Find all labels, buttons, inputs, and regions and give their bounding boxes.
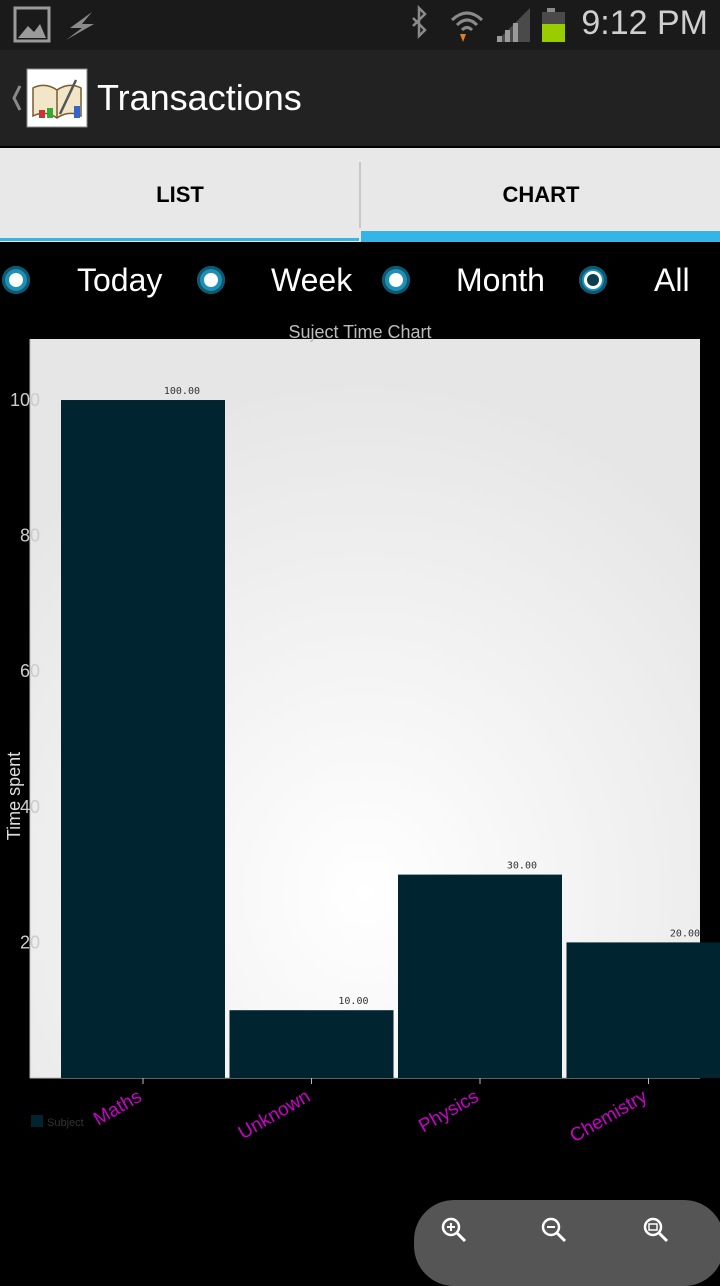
legend-label: Subject (47, 1117, 84, 1129)
tab-chart[interactable]: CHART (361, 148, 720, 242)
bar-value-label: 30.00 (507, 861, 537, 872)
y-tick-label: 100 (10, 390, 40, 410)
legend-swatch (31, 1115, 43, 1127)
radio-week[interactable] (197, 266, 225, 294)
radio-today[interactable] (2, 266, 30, 294)
battery-icon (542, 8, 565, 42)
x-tick-label: Chemistry (566, 1086, 651, 1147)
x-tick-label: Unknown (235, 1086, 314, 1144)
chart-title: Suject Time Chart (288, 322, 431, 342)
radio-label-week: Week (271, 262, 352, 299)
back-chevron-icon (14, 86, 20, 110)
zoom-out-icon[interactable] (538, 1214, 570, 1246)
y-tick-label: 80 (20, 526, 40, 546)
bluetooth-icon (413, 8, 425, 36)
zoom-controls (414, 1200, 720, 1286)
bar-value-label: 20.00 (670, 928, 700, 939)
page-title: Transactions (97, 77, 302, 119)
tab-bar: LIST CHART (0, 148, 720, 242)
y-tick-label: 60 (20, 661, 40, 681)
tab-chart-indicator (361, 231, 720, 242)
flash-notification-icon (66, 12, 94, 40)
bar-chemistry (567, 942, 720, 1078)
radio-month[interactable] (382, 266, 410, 294)
chart-legend: Subject (31, 1115, 84, 1129)
status-bar: 9:12 PM (0, 0, 720, 50)
y-tick-label: 20 (20, 932, 40, 952)
app-logo-icon (27, 69, 87, 127)
y-tick-label: 40 (20, 797, 40, 817)
gallery-notification-icon (15, 8, 49, 41)
x-tick-label: Physics (415, 1086, 482, 1137)
action-bar: Transactions (0, 50, 720, 146)
bar-value-label: 10.00 (338, 996, 368, 1007)
tab-list[interactable]: LIST (0, 148, 360, 242)
radio-label-month: Month (456, 262, 545, 299)
radio-label-all: All (654, 262, 690, 299)
wifi-icon (452, 13, 482, 42)
bar-maths (61, 400, 225, 1078)
zoom-reset-icon[interactable] (640, 1214, 672, 1246)
bar-unknown (230, 1010, 394, 1078)
x-tick-label: Maths (90, 1086, 145, 1130)
signal-icon (496, 8, 530, 42)
status-time: 9:12 PM (581, 4, 708, 43)
radio-all[interactable] (579, 266, 607, 294)
zoom-in-icon[interactable] (438, 1214, 470, 1246)
tab-list-underline (0, 238, 359, 241)
bar-value-label: 100.00 (164, 386, 200, 397)
bar-physics (398, 875, 562, 1078)
up-navigation[interactable] (0, 50, 90, 146)
subject-time-chart[interactable]: Suject Time Chart Time spent 10080604020… (0, 316, 720, 1196)
radio-label-today: Today (77, 262, 162, 299)
